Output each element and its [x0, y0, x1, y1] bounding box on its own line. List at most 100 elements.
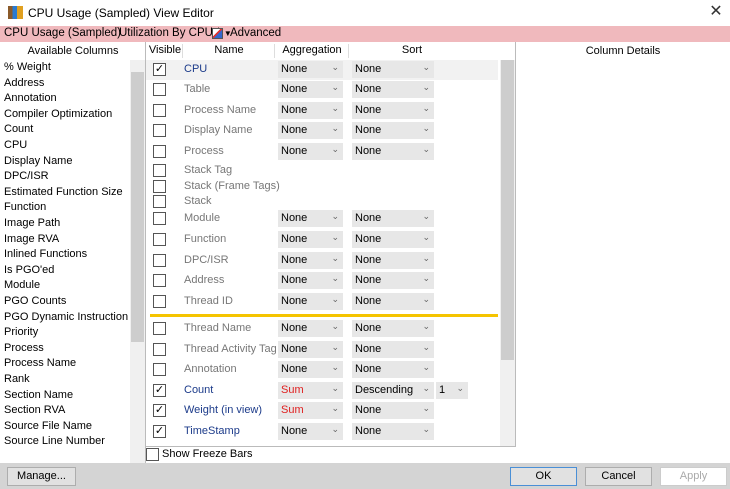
sort-dropdown[interactable]: None ⌄ [352, 272, 434, 289]
cancel-button[interactable]: Cancel [585, 467, 652, 486]
visible-checkbox[interactable] [153, 124, 166, 137]
available-column-item[interactable]: Compiler Optimization [4, 108, 130, 120]
sort-dropdown[interactable]: Descending ⌄ [352, 382, 434, 399]
available-column-item[interactable]: Estimated Function Size [4, 186, 130, 198]
sort-dropdown[interactable]: None ⌄ [352, 143, 434, 160]
chevron-down-icon: ⌄ [331, 362, 339, 372]
available-column-item[interactable]: Source Line Number [4, 435, 130, 447]
available-column-item[interactable]: PGO Dynamic Instruction Count [4, 311, 130, 323]
chevron-down-icon: ⌄ [422, 294, 430, 304]
available-column-item[interactable]: % Weight [4, 61, 130, 73]
freeze-bar[interactable] [150, 314, 498, 317]
aggregation-dropdown[interactable]: None ⌄ [278, 231, 343, 248]
visible-checkbox[interactable] [153, 145, 166, 158]
visible-checkbox[interactable] [153, 83, 166, 96]
visible-checkbox[interactable] [153, 343, 166, 356]
sort-dropdown[interactable]: None ⌄ [352, 102, 434, 119]
aggregation-dropdown[interactable]: Sum ⌄ [278, 402, 343, 419]
scrollbar-thumb[interactable] [131, 72, 144, 342]
visible-checkbox[interactable] [153, 274, 166, 287]
available-column-item[interactable]: DPC/ISR [4, 170, 130, 182]
advanced-button[interactable]: Advanced [230, 27, 281, 39]
sort-dropdown[interactable]: None ⌄ [352, 231, 434, 248]
sort-dropdown[interactable]: None ⌄ [352, 293, 434, 310]
available-column-item[interactable]: Annotation [4, 92, 130, 104]
visible-checkbox[interactable] [153, 104, 166, 117]
available-column-item[interactable]: Is PGO'ed [4, 264, 130, 276]
available-column-item[interactable]: Image Path [4, 217, 130, 229]
chevron-down-icon: ⌄ [422, 103, 430, 113]
sort-dropdown[interactable]: None ⌄ [352, 61, 434, 78]
visible-checkbox[interactable] [153, 233, 166, 246]
sort-dropdown[interactable]: None ⌄ [352, 252, 434, 269]
visible-checkbox[interactable] [153, 180, 166, 193]
aggregation-dropdown[interactable]: None ⌄ [278, 320, 343, 337]
aggregation-dropdown[interactable]: None ⌄ [278, 143, 343, 160]
aggregation-dropdown[interactable]: None ⌄ [278, 423, 343, 440]
aggregation-dropdown[interactable]: None ⌄ [278, 272, 343, 289]
apply-button[interactable]: Apply [660, 467, 727, 486]
sort-dropdown[interactable]: None ⌄ [352, 341, 434, 358]
sort-dropdown[interactable]: None ⌄ [352, 320, 434, 337]
aggregation-dropdown[interactable]: Sum ⌄ [278, 382, 343, 399]
sort-dropdown[interactable]: None ⌄ [352, 402, 434, 419]
sort-dropdown[interactable]: None ⌄ [352, 423, 434, 440]
aggregation-dropdown[interactable]: None ⌄ [278, 122, 343, 139]
aggregation-dropdown[interactable]: None ⌄ [278, 102, 343, 119]
aggregation-dropdown[interactable]: None ⌄ [278, 293, 343, 310]
available-column-item[interactable]: Section Name [4, 389, 130, 401]
aggregation-dropdown[interactable]: None ⌄ [278, 61, 343, 78]
available-column-item[interactable]: Function [4, 201, 130, 213]
available-column-item[interactable]: Display Name [4, 155, 130, 167]
sort-dropdown[interactable]: None ⌄ [352, 361, 434, 378]
table-row: Annotation None ⌄ None ⌄ [146, 360, 498, 380]
visible-checkbox[interactable] [153, 212, 166, 225]
ok-button[interactable]: OK [510, 467, 577, 486]
manage-button[interactable]: Manage... [7, 467, 76, 486]
chevron-down-icon: ⌄ [422, 342, 430, 352]
close-icon[interactable]: ✕ [706, 2, 726, 22]
visible-checkbox[interactable]: ✓ [153, 384, 166, 397]
visible-checkbox[interactable] [153, 322, 166, 335]
available-column-item[interactable]: Process [4, 342, 130, 354]
available-column-item[interactable]: PGO Counts [4, 295, 130, 307]
visible-checkbox[interactable] [153, 363, 166, 376]
available-column-item[interactable]: Rank [4, 373, 130, 385]
column-name: Module [184, 212, 221, 224]
available-column-item[interactable]: Section RVA [4, 404, 130, 416]
sort-dropdown[interactable]: None ⌄ [352, 122, 434, 139]
available-column-item[interactable]: Source File Name [4, 420, 130, 432]
aggregation-dropdown[interactable]: None ⌄ [278, 341, 343, 358]
scrollbar-thumb[interactable] [501, 60, 514, 360]
available-column-item[interactable]: Inlined Functions [4, 248, 130, 260]
table-row: ✓ CPU None ⌄ None ⌄ [146, 60, 498, 80]
available-column-item[interactable]: Module [4, 279, 130, 291]
show-freeze-bars-label: Show Freeze Bars [162, 448, 253, 460]
available-column-item[interactable]: Image RVA [4, 233, 130, 245]
visible-checkbox[interactable]: ✓ [153, 425, 166, 438]
sort-dropdown-value: None [355, 295, 382, 307]
sort-dropdown[interactable]: None ⌄ [352, 81, 434, 98]
aggregation-dropdown[interactable]: None ⌄ [278, 361, 343, 378]
checkbox[interactable] [146, 448, 159, 461]
visible-checkbox[interactable] [153, 195, 166, 208]
advanced-icon[interactable] [212, 28, 223, 39]
visible-checkbox[interactable] [153, 164, 166, 177]
available-column-item[interactable]: CPU [4, 139, 130, 151]
aggregation-dropdown[interactable]: None ⌄ [278, 81, 343, 98]
sort-dropdown-value: Descending [355, 384, 414, 396]
aggregation-dropdown[interactable]: None ⌄ [278, 252, 343, 269]
chevron-down-icon: ⌄ [422, 321, 430, 331]
available-column-item[interactable]: Count [4, 123, 130, 135]
chevron-down-icon: ⌄ [331, 294, 339, 304]
visible-checkbox[interactable] [153, 295, 166, 308]
sort-dropdown[interactable]: None ⌄ [352, 210, 434, 227]
visible-checkbox[interactable] [153, 254, 166, 267]
sort-priority-dropdown[interactable]: 1 ⌄ [436, 382, 468, 399]
visible-checkbox[interactable]: ✓ [153, 63, 166, 76]
visible-checkbox[interactable]: ✓ [153, 404, 166, 417]
available-column-item[interactable]: Process Name [4, 357, 130, 369]
available-column-item[interactable]: Address [4, 77, 130, 89]
aggregation-dropdown[interactable]: None ⌄ [278, 210, 343, 227]
available-column-item[interactable]: Priority [4, 326, 130, 338]
